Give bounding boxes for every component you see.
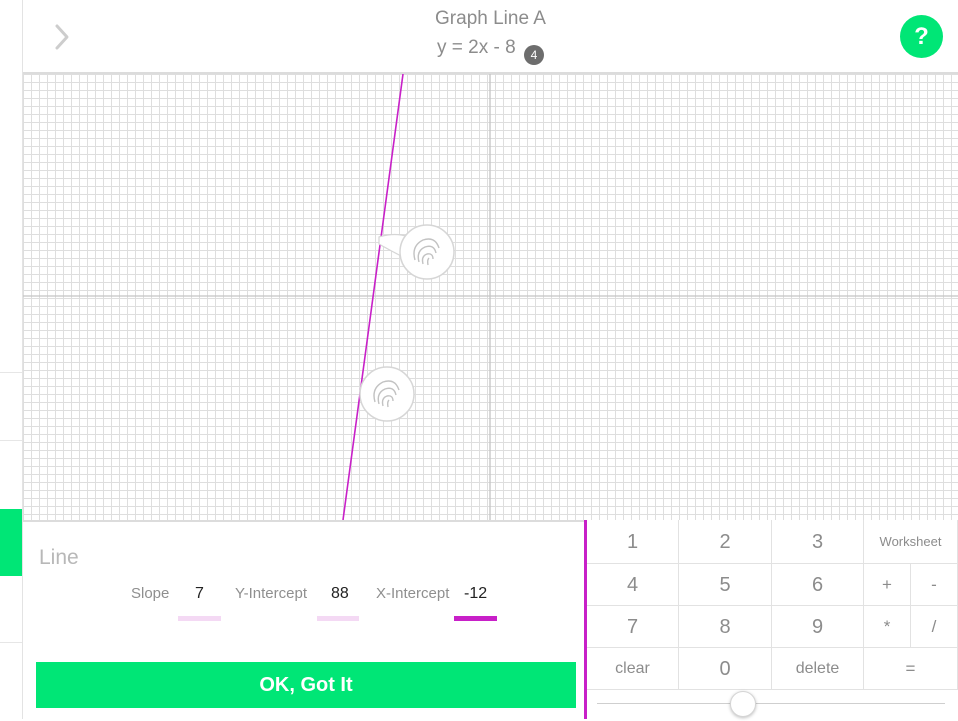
- slope-value[interactable]: 7: [195, 585, 204, 603]
- x-intercept-label: X-Intercept: [376, 585, 450, 602]
- x-intercept-underline: [454, 616, 497, 621]
- key-0[interactable]: 0: [679, 648, 772, 690]
- keypad: 1 2 3 Worksheet 4 5 6 + - 7 8 9 * / clear 0 delete =: [587, 520, 958, 719]
- key-7[interactable]: 7: [587, 606, 679, 648]
- key-minus[interactable]: -: [911, 564, 958, 606]
- panel-title: Line: [39, 546, 79, 569]
- ok-got-it-button[interactable]: OK, Got It: [36, 662, 576, 708]
- key-8[interactable]: 8: [679, 606, 772, 648]
- key-1[interactable]: 1: [587, 520, 679, 564]
- side-divider: [0, 642, 22, 643]
- equation-text: y = 2x - 8: [437, 37, 516, 58]
- key-plus[interactable]: +: [864, 564, 911, 606]
- clear-button[interactable]: clear: [587, 648, 679, 690]
- key-5[interactable]: 5: [679, 564, 772, 606]
- graph-canvas[interactable]: [23, 74, 958, 520]
- slider-track[interactable]: [597, 703, 945, 704]
- page-title: Graph Line A: [435, 8, 546, 29]
- key-9[interactable]: 9: [772, 606, 864, 648]
- x-intercept-value[interactable]: -12: [464, 585, 487, 603]
- drag-handle-upper[interactable]: [378, 224, 455, 280]
- key-2[interactable]: 2: [679, 520, 772, 564]
- key-divide[interactable]: /: [911, 606, 958, 648]
- side-divider: [0, 372, 22, 373]
- attempts-badge: 4: [523, 45, 544, 65]
- worksheet-button[interactable]: Worksheet: [864, 520, 958, 564]
- y-intercept-underline: [317, 616, 359, 621]
- key-equals[interactable]: =: [864, 648, 958, 690]
- equation-row: y = 2x - 8 4: [23, 37, 958, 65]
- key-3[interactable]: 3: [772, 520, 864, 564]
- help-button[interactable]: ?: [900, 15, 943, 58]
- side-divider: [0, 440, 22, 441]
- side-active-indicator[interactable]: [0, 509, 22, 576]
- slope-label: Slope: [131, 585, 170, 602]
- plotted-line: [342, 74, 404, 520]
- delete-button[interactable]: delete: [772, 648, 864, 690]
- key-6[interactable]: 6: [772, 564, 864, 606]
- slope-underline: [178, 616, 221, 621]
- line-properties-panel: Line Slope 7 Y-Intercept 88 X-Intercept …: [23, 520, 585, 721]
- slider-thumb[interactable]: [730, 691, 756, 717]
- header-bar: Graph Line A y = 2x - 8 4 ?: [23, 0, 958, 74]
- y-intercept-label: Y-Intercept: [235, 585, 307, 602]
- drag-handle-lower[interactable]: [359, 366, 415, 422]
- key-multiply[interactable]: *: [864, 606, 911, 648]
- side-panel-edge: [0, 0, 23, 719]
- key-4[interactable]: 4: [587, 564, 679, 606]
- y-intercept-value[interactable]: 88: [331, 585, 349, 603]
